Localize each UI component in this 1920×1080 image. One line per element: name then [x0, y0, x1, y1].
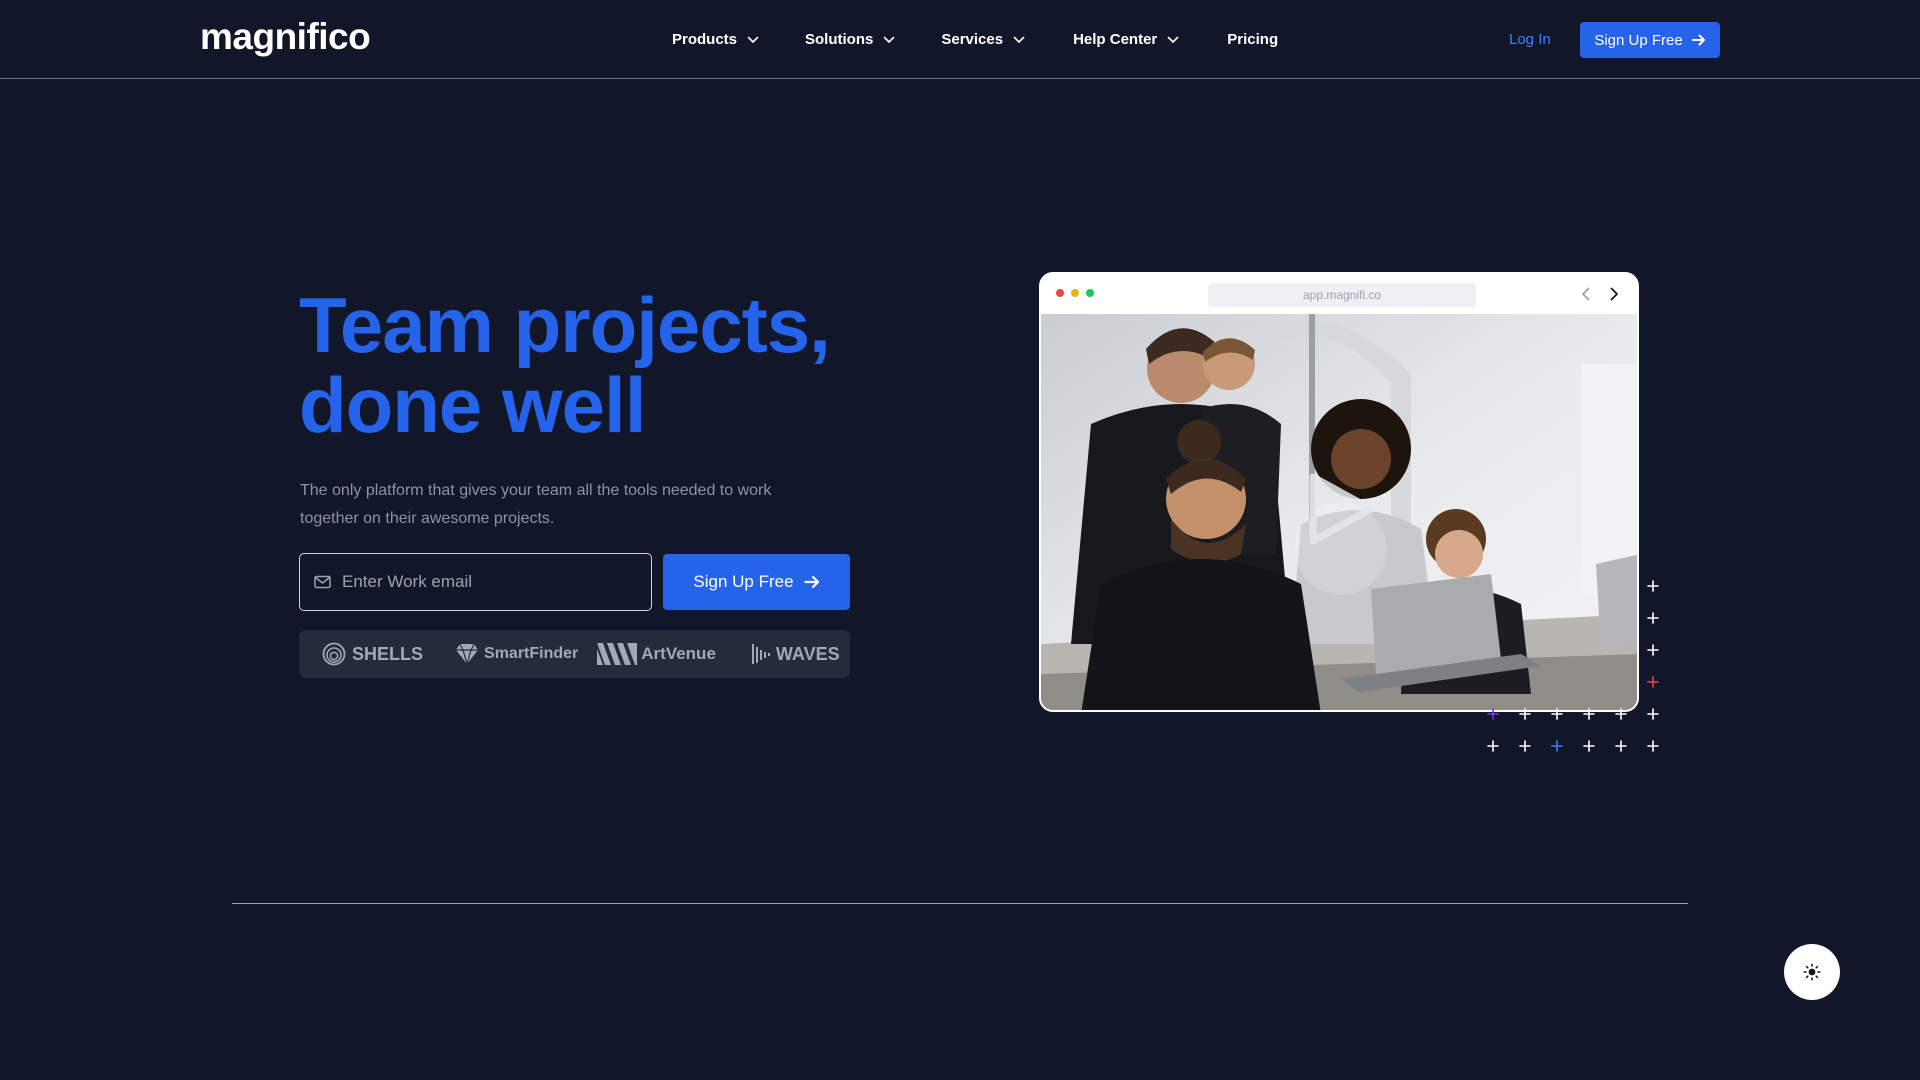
hero-subtitle: The only platform that gives your team a… — [300, 482, 772, 527]
shell-spiral-icon — [322, 642, 346, 666]
partner-name: ArtVenue — [641, 644, 716, 663]
nav-item-products[interactable]: Products — [672, 31, 759, 48]
plus-mark — [1583, 708, 1595, 720]
arrow-right-icon — [803, 575, 819, 589]
partner-name: WAVES — [775, 643, 840, 664]
plus-mark — [1583, 740, 1595, 752]
stripes-icon — [597, 643, 638, 665]
main-nav: Products Solutions Services Help Center … — [672, 0, 1278, 79]
partner-logo-waves: WAVES — [751, 643, 840, 665]
plus-mark — [1647, 644, 1659, 656]
plus-mark — [1551, 740, 1563, 752]
chevron-down-icon — [747, 36, 759, 43]
header-signup-button[interactable]: Sign Up Free — [1580, 22, 1720, 58]
nav-item-label: Solutions — [805, 31, 874, 48]
sound-wave-icon — [751, 644, 770, 664]
mail-icon — [314, 575, 331, 589]
plus-mark — [1647, 740, 1659, 752]
chevron-down-icon — [1013, 36, 1025, 43]
section-divider — [232, 903, 1688, 904]
play-icon[interactable] — [1303, 469, 1379, 549]
plus-mark — [1647, 612, 1659, 624]
partner-logo-shells: SHELLS — [322, 642, 423, 666]
plus-grid-decoration — [1487, 580, 1659, 752]
nav-item-services[interactable]: Services — [941, 31, 1025, 48]
browser-toolbar: app.magnifi.co — [1041, 274, 1637, 314]
hero-title: Team projects, done well — [299, 285, 859, 445]
nav-item-label: Pricing — [1227, 31, 1279, 48]
brand-logo[interactable]: magnifico — [200, 16, 371, 58]
nav-item-solutions[interactable]: Solutions — [805, 31, 895, 48]
plus-mark — [1647, 708, 1659, 720]
email-input[interactable] — [342, 572, 632, 592]
chevron-left-icon — [1582, 287, 1590, 301]
partner-logo-smartfinder: SmartFinder — [455, 643, 578, 665]
login-link[interactable]: Log In — [1509, 31, 1551, 48]
chevron-down-icon — [1167, 36, 1179, 43]
nav-item-label: Services — [941, 31, 1004, 48]
plus-mark — [1615, 708, 1627, 720]
plus-mark — [1615, 740, 1627, 752]
email-field[interactable] — [299, 553, 652, 611]
diamond-icon — [456, 643, 479, 665]
nav-item-help-center[interactable]: Help Center — [1073, 31, 1179, 48]
partner-name: SHELLS — [352, 643, 424, 664]
plus-mark — [1519, 740, 1531, 752]
partner-logos-bar: SHELLS SmartFinder ArtVenue WAVES — [299, 630, 850, 678]
chevron-down-icon — [884, 36, 895, 43]
plus-mark — [1487, 708, 1499, 720]
window-minimize-dot — [1071, 289, 1079, 297]
theme-toggle-button[interactable] — [1784, 944, 1840, 1000]
hero-title-line-1: Team projects, — [299, 281, 831, 369]
plus-mark — [1647, 580, 1659, 592]
hero-title-line-2: done well — [299, 361, 646, 449]
plus-mark — [1519, 708, 1531, 720]
partner-name: SmartFinder — [484, 645, 579, 662]
sun-icon — [1803, 963, 1821, 981]
arrow-right-icon — [1691, 34, 1705, 46]
plus-mark — [1487, 740, 1499, 752]
signup-button-label: Sign Up Free — [693, 572, 794, 591]
nav-item-label: Help Center — [1073, 31, 1158, 48]
nav-item-label: Products — [672, 31, 738, 48]
address-bar: app.magnifi.co — [1208, 283, 1476, 307]
hero-signup-button[interactable]: Sign Up Free — [663, 554, 850, 610]
window-maximize-dot — [1086, 289, 1094, 297]
partner-logo-artvenue: ArtVenue — [597, 643, 716, 665]
plus-mark — [1551, 708, 1563, 720]
window-close-dot — [1056, 289, 1064, 297]
chevron-right-icon — [1610, 287, 1618, 301]
nav-item-pricing[interactable]: Pricing — [1227, 31, 1278, 48]
signup-button-label: Sign Up Free — [1594, 31, 1683, 49]
site-header: magnifico Products Solutions Services He… — [0, 0, 1920, 79]
plus-mark — [1647, 676, 1659, 688]
